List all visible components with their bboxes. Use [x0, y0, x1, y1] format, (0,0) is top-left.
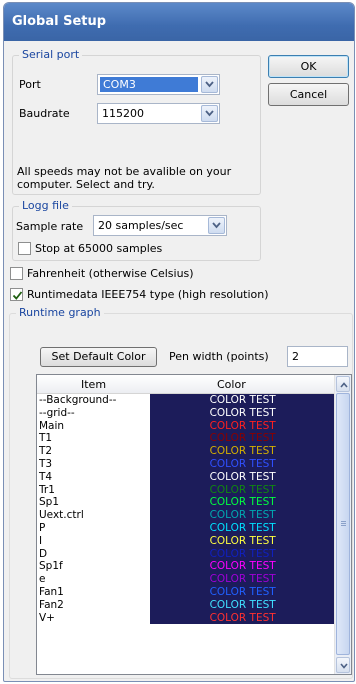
ok-button[interactable]: OK — [268, 55, 349, 78]
grid-rows: --Background-- COLOR TEST --grid-- COLOR TE… — [37, 394, 335, 625]
window-title: Global Setup — [4, 3, 354, 41]
stop-at-samples-label: Stop at 65000 samples — [35, 242, 163, 255]
chevron-down-icon[interactable] — [201, 76, 218, 93]
table-row[interactable]: T2 COLOR TEST — [37, 445, 335, 458]
chevron-down-icon[interactable] — [208, 217, 225, 234]
sample-rate-value: 20 samples/sec — [98, 219, 184, 232]
row-color-sample[interactable]: COLOR TEST — [150, 496, 335, 510]
table-row[interactable]: T4 COLOR TEST — [37, 470, 335, 484]
row-color-sample[interactable]: COLOR TEST — [150, 547, 335, 561]
fahrenheit-checkbox[interactable]: Fahrenheit (otherwise Celsius) — [10, 267, 194, 280]
row-color-sample[interactable]: COLOR TEST — [150, 521, 335, 535]
column-color-header[interactable]: Color — [217, 378, 246, 391]
row-color-sample[interactable]: COLOR TEST — [150, 394, 335, 407]
global-setup-window: Global Setup Serial port Port COM3 Baudr… — [3, 2, 355, 682]
table-row[interactable]: e COLOR TEST — [37, 573, 335, 586]
row-color-sample[interactable]: COLOR TEST — [150, 573, 335, 586]
dialog-client: Serial port Port COM3 Baudrate 115200 Al… — [8, 41, 353, 679]
table-row[interactable]: --grid-- COLOR TEST — [37, 406, 335, 420]
port-dropdown[interactable]: COM3 — [97, 74, 220, 95]
baudrate-dropdown[interactable]: 115200 — [97, 103, 220, 124]
row-item-name: T3 — [39, 457, 53, 470]
table-row[interactable]: Fan1 COLOR TEST — [37, 585, 335, 599]
row-color-sample[interactable]: COLOR TEST — [150, 419, 335, 433]
row-item-name: T4 — [39, 470, 53, 483]
table-row[interactable]: Sp1f COLOR TEST — [37, 560, 335, 574]
runtime-ieee754-label: Runtimedata IEEE754 type (high resolutio… — [27, 288, 269, 301]
port-label: Port — [19, 78, 41, 91]
table-row[interactable]: I COLOR TEST — [37, 534, 335, 548]
table-row[interactable]: V+ COLOR TEST — [37, 611, 335, 625]
runtime-ieee754-checkbox[interactable]: Runtimedata IEEE754 type (high resolutio… — [10, 288, 269, 301]
stop-at-samples-checkbox[interactable]: Stop at 65000 samples — [18, 242, 162, 255]
row-color-sample[interactable]: COLOR TEST — [150, 585, 335, 599]
serial-port-group-title: Serial port — [19, 48, 83, 61]
fahrenheit-box[interactable] — [10, 267, 23, 280]
chevron-down-icon[interactable] — [201, 105, 218, 122]
grid-header: Item Color — [37, 375, 335, 394]
table-row[interactable]: P COLOR TEST — [37, 521, 335, 535]
row-color-sample[interactable]: COLOR TEST — [150, 560, 335, 574]
row-item-name: P — [39, 521, 46, 534]
table-row[interactable]: Fan2 COLOR TEST — [37, 598, 335, 612]
check-icon — [12, 291, 23, 300]
row-color-sample[interactable]: COLOR TEST — [150, 483, 335, 497]
baudrate-label: Baudrate — [19, 107, 70, 120]
row-color-sample[interactable]: COLOR TEST — [150, 611, 335, 625]
table-row[interactable]: Main COLOR TEST — [37, 419, 335, 433]
serial-port-group: Serial port Port COM3 Baudrate 115200 Al… — [12, 48, 261, 195]
row-item-name: Main — [39, 419, 65, 432]
baudrate-value: 115200 — [102, 107, 144, 120]
row-item-name: Uext.ctrl — [39, 509, 84, 522]
row-item-name: --grid-- — [39, 406, 75, 419]
runtime-ieee754-box[interactable] — [10, 288, 23, 301]
column-item-header[interactable]: Item — [81, 378, 106, 391]
row-color-sample[interactable]: COLOR TEST — [150, 432, 335, 446]
row-item-name: D — [39, 547, 48, 560]
row-item-name: T1 — [39, 432, 53, 445]
sample-rate-label: Sample rate — [16, 220, 84, 233]
table-row[interactable]: Tr1 COLOR TEST — [37, 483, 335, 497]
row-item-name: Sp1 — [39, 496, 60, 509]
port-value: COM3 — [100, 77, 198, 92]
logg-file-group: Logg file Sample rate 20 samples/sec Sto… — [12, 199, 261, 261]
table-row[interactable]: T3 COLOR TEST — [37, 457, 335, 471]
row-color-sample[interactable]: COLOR TEST — [150, 406, 335, 420]
row-item-name: Tr1 — [39, 483, 55, 496]
set-default-color-button[interactable]: Set Default Color — [40, 347, 157, 367]
vertical-scrollbar[interactable] — [334, 375, 351, 674]
pen-width-input[interactable]: 2 — [287, 346, 348, 367]
table-row[interactable]: --Background-- COLOR TEST — [37, 394, 335, 407]
scroll-up-button[interactable] — [336, 376, 350, 392]
scroll-thumb[interactable] — [336, 393, 350, 655]
row-item-name: T2 — [39, 445, 53, 458]
row-color-sample[interactable]: COLOR TEST — [150, 509, 335, 522]
row-item-name: V+ — [39, 611, 55, 624]
row-color-sample[interactable]: COLOR TEST — [150, 534, 335, 548]
row-item-name: e — [39, 573, 46, 586]
cancel-button[interactable]: Cancel — [268, 83, 349, 106]
table-row[interactable]: T1 COLOR TEST — [37, 432, 335, 446]
table-row[interactable]: D COLOR TEST — [37, 547, 335, 561]
row-item-name: I — [39, 534, 43, 547]
row-item-name: Fan2 — [39, 598, 64, 611]
row-item-name: --Background-- — [39, 394, 117, 406]
table-row[interactable]: Uext.ctrl COLOR TEST — [37, 509, 335, 522]
stop-at-samples-box[interactable] — [18, 242, 31, 255]
row-color-sample[interactable]: COLOR TEST — [150, 457, 335, 471]
runtime-graph-group-title: Runtime graph — [16, 306, 104, 319]
sample-rate-dropdown[interactable]: 20 samples/sec — [93, 215, 227, 236]
row-item-name: Sp1f — [39, 560, 63, 573]
row-color-sample[interactable]: COLOR TEST — [150, 598, 335, 612]
color-grid[interactable]: Item Color --Background-- COLOR TEST --gri… — [36, 374, 352, 675]
row-color-sample[interactable]: COLOR TEST — [150, 470, 335, 484]
scroll-down-button[interactable] — [336, 657, 350, 673]
row-item-name: Fan1 — [39, 585, 64, 598]
pen-width-label: Pen width (points) — [169, 350, 269, 363]
serial-port-note: All speeds may not be avalible on your c… — [17, 165, 232, 191]
row-color-sample[interactable]: COLOR TEST — [150, 445, 335, 458]
fahrenheit-label: Fahrenheit (otherwise Celsius) — [27, 267, 194, 280]
logg-file-group-title: Logg file — [19, 199, 72, 212]
table-row[interactable]: Sp1 COLOR TEST — [37, 496, 335, 510]
